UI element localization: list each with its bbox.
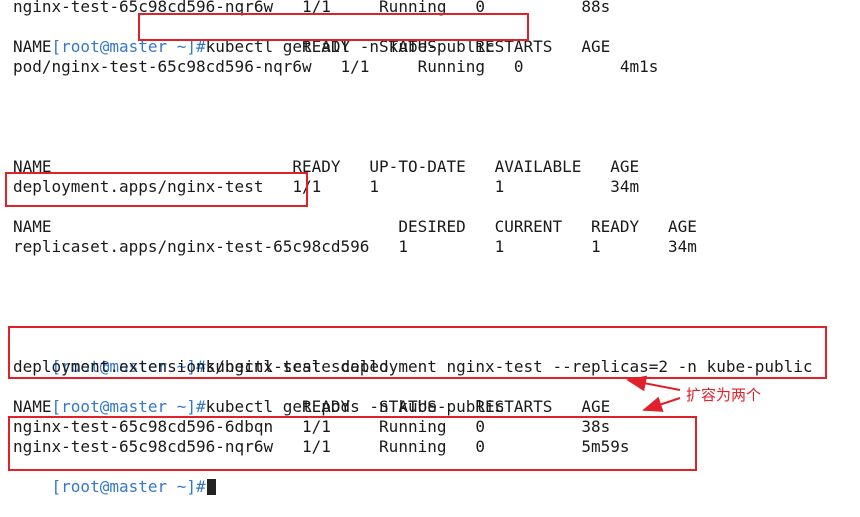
arrow-to-age-header (642, 396, 681, 412)
arrow-to-scale-output (626, 375, 681, 392)
terminal-window[interactable]: nginx-test-65c98cd596-nqr6w 1/1 Running … (0, 0, 860, 496)
annotation-label: 扩容为两个 (686, 386, 762, 404)
text-cursor (206, 479, 216, 495)
annotation-arrows (626, 375, 681, 412)
